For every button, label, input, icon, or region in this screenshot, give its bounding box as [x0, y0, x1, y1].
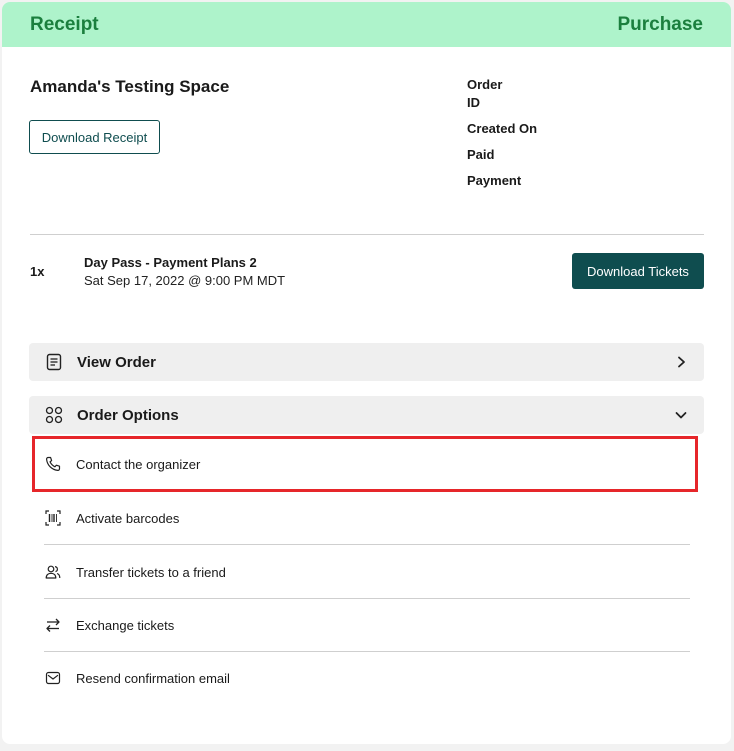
order-id-label: Order ID [467, 77, 503, 110]
section-divider [30, 234, 704, 235]
barcode-icon [44, 509, 62, 527]
ticket-date: Sat Sep 17, 2022 @ 9:00 PM MDT [84, 273, 286, 288]
created-on-label: Created On [467, 121, 538, 136]
payment-label: Payment [467, 173, 522, 188]
order-options-label: Order Options [77, 406, 179, 424]
transfer-tickets-label: Transfer tickets to a friend [76, 564, 226, 580]
paid-label: Paid [467, 147, 495, 162]
document-icon [44, 352, 64, 372]
order-options-accordion[interactable]: Order Options [29, 396, 704, 434]
swap-arrows-icon [44, 616, 62, 634]
receipt-header: Receipt Purchase [2, 2, 731, 47]
ticket-name: Day Pass - Payment Plans 2 [84, 255, 257, 270]
organizer-name: Amanda's Testing Space [30, 77, 230, 96]
exchange-tickets-label: Exchange tickets [76, 617, 175, 633]
download-tickets-button[interactable]: Download Tickets [572, 253, 704, 289]
transfer-tickets-option[interactable]: Transfer tickets to a friend [44, 546, 690, 599]
activate-barcodes-option[interactable]: Activate barcodes [44, 492, 690, 545]
view-order-label: View Order [77, 353, 156, 371]
view-order-accordion[interactable]: View Order [29, 343, 704, 381]
resend-confirmation-option[interactable]: Resend confirmation email [44, 652, 690, 704]
chevron-down-icon [674, 408, 688, 422]
order-info: Order ID Created On Paid Payment [467, 76, 537, 198]
header-purchase-title: Purchase [617, 13, 703, 35]
users-icon [44, 563, 62, 581]
exchange-tickets-option[interactable]: Exchange tickets [44, 599, 690, 652]
chevron-right-icon [674, 355, 688, 369]
download-receipt-button[interactable]: Download Receipt [29, 120, 160, 154]
resend-confirmation-label: Resend confirmation email [76, 670, 230, 686]
ticket-quantity: 1x [30, 264, 45, 279]
phone-icon [44, 455, 62, 473]
receipt-card: Receipt Purchase Amanda's Testing Space … [2, 2, 731, 744]
contact-organizer-option[interactable]: Contact the organizer [44, 438, 690, 490]
contact-organizer-label: Contact the organizer [76, 456, 201, 472]
envelope-icon [44, 669, 62, 687]
activate-barcodes-label: Activate barcodes [76, 510, 180, 526]
grid-circles-icon [44, 405, 64, 425]
header-receipt-title: Receipt [30, 13, 99, 35]
